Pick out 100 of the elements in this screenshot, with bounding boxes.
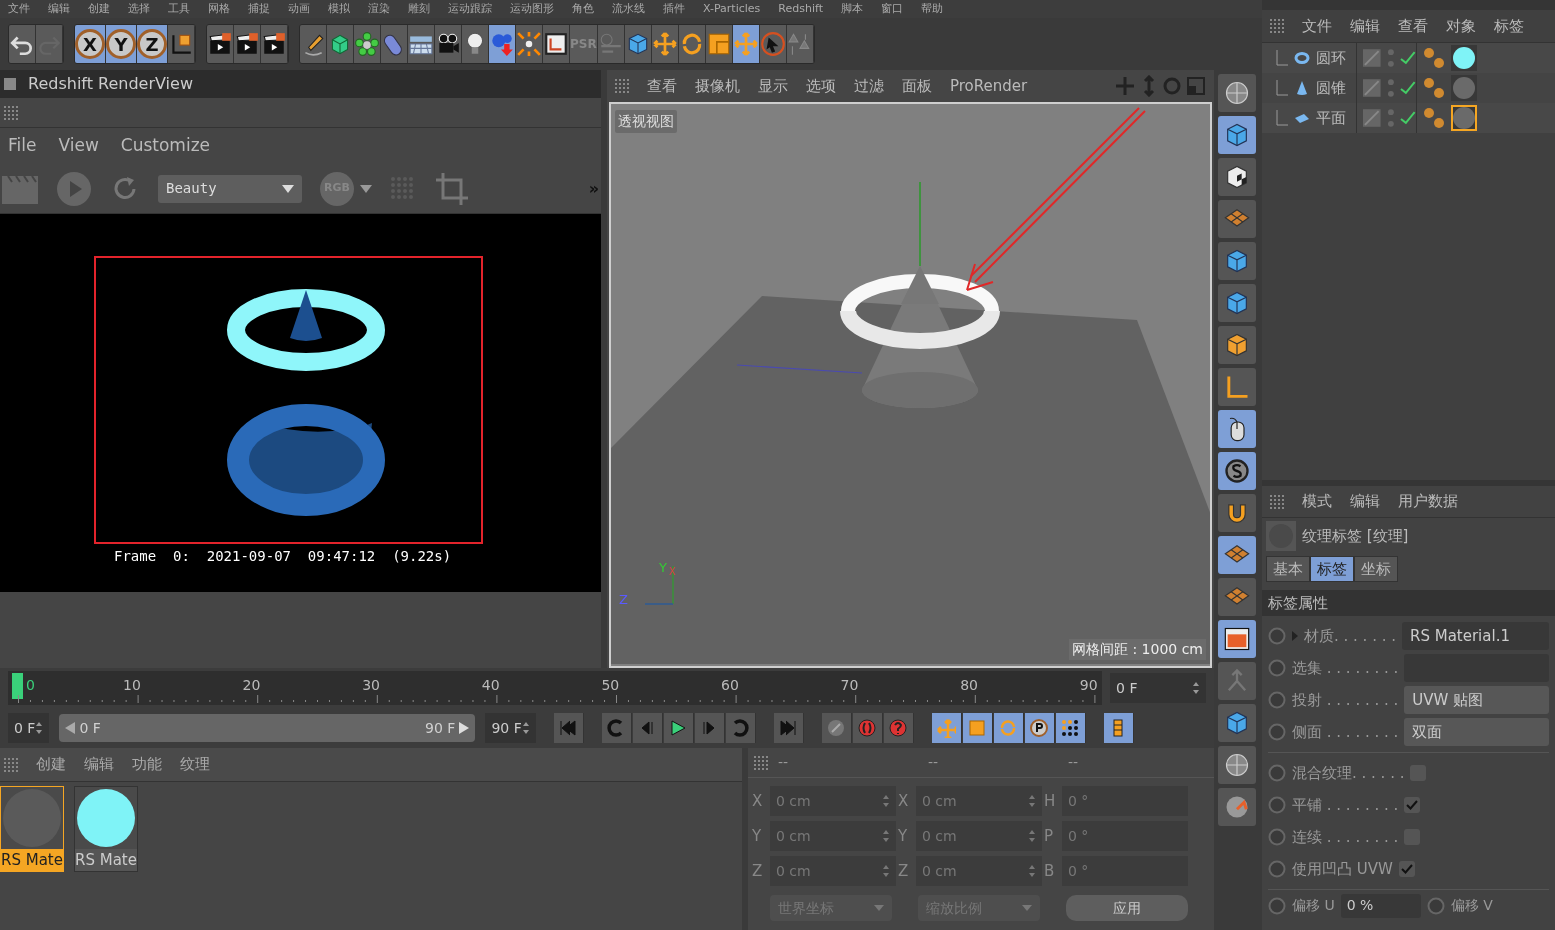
grip-icon[interactable] [4, 105, 18, 120]
menu-item[interactable]: 用户数据 [1398, 490, 1458, 513]
tool-button[interactable] [462, 25, 489, 63]
tool-button[interactable] [327, 25, 354, 63]
menu-item[interactable]: 纹理 [180, 753, 210, 776]
tool-button[interactable] [516, 25, 543, 63]
radio-icon[interactable] [1268, 764, 1286, 782]
menu-item[interactable]: 窗口 [881, 2, 903, 16]
menu-item[interactable]: 选择 [128, 2, 150, 16]
transport-button[interactable] [1024, 713, 1055, 743]
menu-item[interactable]: 标签 [1494, 14, 1524, 38]
transport-button[interactable] [931, 713, 962, 743]
phong-tag-icon[interactable] [1423, 107, 1445, 129]
tool-button[interactable] [300, 25, 327, 63]
transport-button[interactable] [821, 713, 852, 743]
phong-tag-icon[interactable] [1423, 77, 1445, 99]
grip-icon[interactable] [1270, 19, 1284, 33]
grip-icon[interactable] [615, 79, 629, 93]
layer-icon[interactable] [1363, 49, 1381, 67]
menu-item[interactable]: 创建 [36, 753, 66, 776]
radio-icon[interactable] [1268, 796, 1286, 814]
menu-item[interactable]: Customize [120, 133, 211, 159]
tab[interactable]: 坐标 [1354, 556, 1398, 582]
menu-item[interactable]: 捕捉 [248, 2, 270, 16]
material-swatch[interactable]: RS Mate [0, 786, 64, 872]
radio-icon[interactable] [1426, 896, 1445, 915]
tool-button[interactable] [1218, 620, 1256, 658]
transport-button[interactable] [962, 713, 993, 743]
tool-button[interactable] [168, 25, 195, 63]
tab[interactable]: 标签 [1310, 556, 1354, 582]
crop-icon[interactable] [434, 170, 470, 207]
tool-button[interactable] [9, 25, 36, 63]
menu-item[interactable]: 显示 [758, 74, 788, 98]
radio-icon[interactable] [1268, 659, 1286, 677]
tool-button[interactable] [408, 25, 435, 63]
apply-button[interactable]: 应用 [1066, 895, 1188, 921]
radio-icon[interactable] [1268, 723, 1286, 741]
visibility-dots-icon[interactable] [1386, 108, 1395, 128]
menu-item[interactable]: 动画 [288, 2, 310, 16]
tool-button[interactable] [261, 25, 288, 63]
menu-item[interactable]: 模拟 [328, 2, 350, 16]
tab[interactable]: 基本 [1266, 556, 1310, 582]
tool-button[interactable] [651, 25, 679, 63]
radio-icon[interactable] [1268, 860, 1286, 878]
transport-button[interactable] [1103, 713, 1134, 743]
phong-tag-icon[interactable] [1423, 47, 1445, 69]
visibility-dots-icon[interactable] [1386, 78, 1395, 98]
menu-item[interactable]: 插件 [663, 2, 685, 16]
menu-item[interactable]: 编辑 [48, 2, 70, 16]
checkmark-icon[interactable] [1400, 81, 1416, 95]
object-name[interactable]: 圆环 [1316, 46, 1346, 70]
tool-button[interactable] [1218, 452, 1256, 490]
checkmark-icon[interactable] [1400, 111, 1416, 125]
tool-button[interactable] [1218, 410, 1256, 448]
dropdown[interactable]: 双面 [1404, 718, 1549, 746]
radio-icon[interactable] [1268, 896, 1286, 915]
menu-item[interactable]: 雕刻 [408, 2, 430, 16]
menu-item[interactable]: 流水线 [612, 2, 645, 16]
radio-icon[interactable] [1268, 828, 1286, 846]
menu-item[interactable]: 编辑 [1350, 490, 1380, 513]
input-field[interactable]: 0 ° [1062, 821, 1188, 851]
radio-icon[interactable] [1268, 691, 1286, 709]
input-field[interactable]: 0 ° [1062, 856, 1188, 886]
material-swatch[interactable]: RS Mate [74, 786, 138, 872]
menu-item[interactable]: 选项 [806, 74, 836, 98]
frame-range-control[interactable]: 0 F 90 F [59, 714, 476, 742]
menu-item[interactable]: 查看 [647, 74, 677, 98]
tool-button[interactable] [1218, 158, 1256, 196]
menu-item[interactable]: 渲染 [368, 2, 390, 16]
menu-item[interactable]: 面板 [902, 74, 932, 98]
grip-icon[interactable] [4, 757, 18, 772]
menu-item[interactable]: 工具 [168, 2, 190, 16]
menu-item[interactable]: 模式 [1302, 490, 1332, 513]
input-field[interactable]: 0 ° [1062, 786, 1188, 816]
tool-button[interactable] [234, 25, 261, 63]
menu-item[interactable]: 摄像机 [695, 74, 740, 98]
menu-item[interactable]: 帮助 [921, 2, 943, 16]
menu-item[interactable]: ProRender [950, 74, 1028, 98]
tool-button[interactable] [732, 25, 760, 63]
menu-item[interactable]: File [8, 133, 37, 159]
tool-button[interactable] [543, 25, 570, 63]
dropdown[interactable]: UVW 贴图 [1404, 686, 1549, 714]
layer-icon[interactable] [1363, 79, 1381, 97]
menu-item[interactable]: 编辑 [84, 753, 114, 776]
menu-item[interactable]: 查看 [1398, 14, 1428, 38]
checkmark-icon[interactable] [1400, 51, 1416, 65]
checkbox[interactable] [1404, 797, 1421, 813]
menu-item[interactable]: 对象 [1446, 14, 1476, 38]
menu-item[interactable]: Redshift [778, 2, 823, 16]
transport-button[interactable] [1055, 713, 1086, 743]
frame-field[interactable]: 90 F [485, 713, 536, 743]
caret-icon[interactable] [360, 184, 372, 193]
frame-field[interactable]: 0 F [1110, 673, 1206, 703]
menu-item[interactable]: 角色 [572, 2, 594, 16]
menu-item[interactable]: X-Particles [703, 2, 761, 16]
object-name[interactable]: 圆锥 [1316, 76, 1346, 100]
grip-icon[interactable] [1270, 494, 1284, 509]
grip-icon[interactable] [754, 755, 768, 770]
tool-button[interactable] [705, 25, 733, 63]
menu-item[interactable]: 运动图形 [510, 2, 554, 16]
